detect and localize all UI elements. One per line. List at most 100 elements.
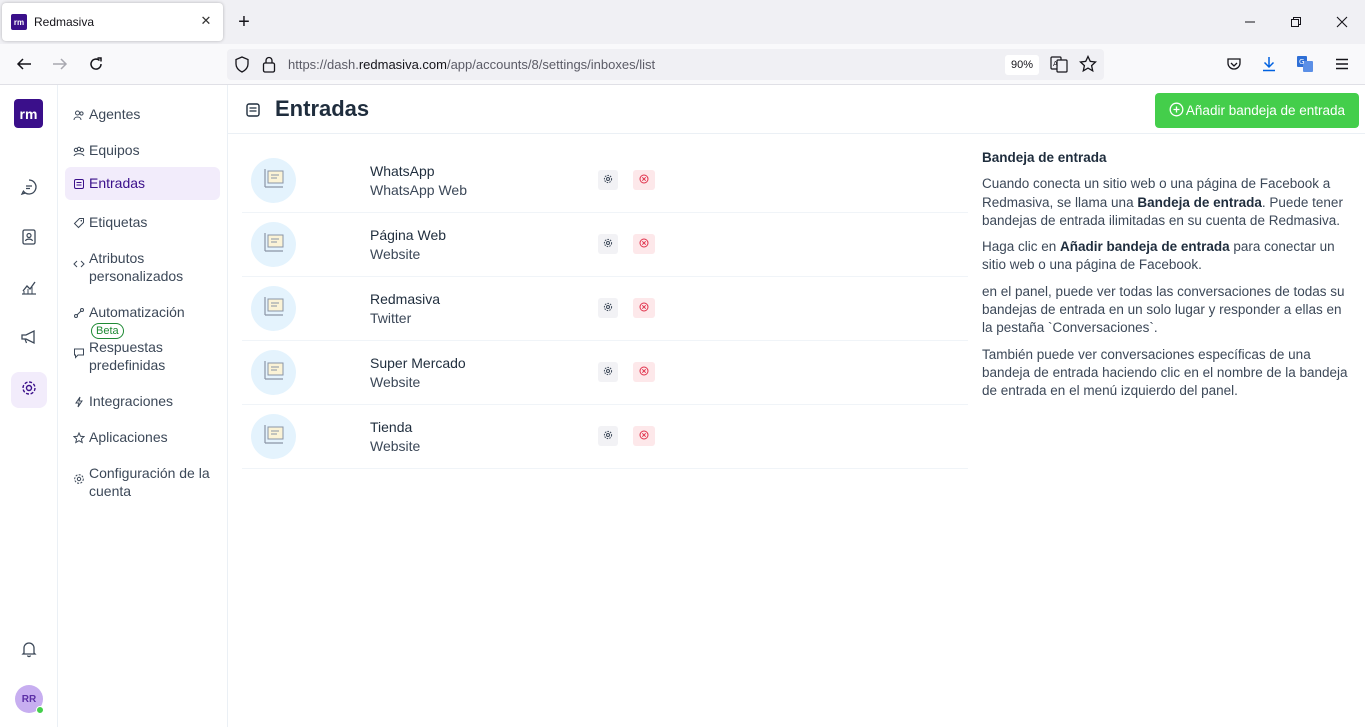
browser-tab-bar: rm Redmasiva ✕ + bbox=[0, 0, 1365, 44]
inbox-avatar bbox=[251, 414, 296, 459]
help-paragraph: en el panel, puede ver todas las convers… bbox=[982, 283, 1345, 336]
notifications-button[interactable] bbox=[11, 633, 47, 669]
inbox-delete-button[interactable] bbox=[633, 170, 655, 190]
inbox-delete-button[interactable] bbox=[633, 426, 655, 446]
online-status-dot bbox=[36, 706, 44, 714]
new-tab-icon[interactable]: + bbox=[234, 11, 254, 33]
page-title: Entradas bbox=[275, 96, 370, 121]
logo[interactable]: rm bbox=[14, 99, 43, 128]
star-badge-icon bbox=[73, 432, 85, 444]
sidebar-item-entradas[interactable]: Entradas bbox=[65, 167, 220, 200]
flash-icon bbox=[73, 396, 85, 408]
inbox-settings-button[interactable] bbox=[598, 426, 618, 446]
sidebar-item-agentes[interactable]: Agentes bbox=[65, 99, 220, 129]
url-text[interactable]: https://dash.redmasiva.com/app/accounts/… bbox=[288, 57, 655, 72]
help-title: Bandeja de entrada bbox=[982, 150, 1107, 165]
gear-icon bbox=[20, 379, 38, 402]
avatar[interactable]: RR bbox=[15, 685, 44, 714]
inbox-name[interactable]: Super Mercado bbox=[370, 355, 466, 371]
page-header: Entradas Añadir bandeja de entrada bbox=[228, 85, 1365, 134]
inbox-icon bbox=[73, 178, 85, 190]
add-inbox-label: Añadir bandeja de entrada bbox=[1185, 103, 1346, 118]
rail-contacts[interactable] bbox=[11, 221, 47, 257]
restore-icon[interactable] bbox=[1286, 12, 1306, 32]
sidebar-item-label: Aplicaciones bbox=[89, 429, 168, 445]
translate-extension-icon[interactable]: G bbox=[1294, 53, 1316, 75]
inbox-settings-button[interactable] bbox=[598, 234, 618, 254]
table-row: Página Web Website bbox=[242, 213, 968, 277]
inbox-channel-icon bbox=[262, 166, 286, 195]
table-row: WhatsApp WhatsApp Web bbox=[242, 149, 968, 213]
gear-icon bbox=[603, 235, 613, 253]
primary-nav-rail: rm RR bbox=[0, 85, 58, 727]
zoom-indicator[interactable]: 90% bbox=[1005, 55, 1039, 75]
inbox-avatar bbox=[251, 222, 296, 267]
inbox-delete-button[interactable] bbox=[633, 362, 655, 382]
tab-title: Redmasiva bbox=[34, 15, 95, 29]
inbox-avatar bbox=[251, 286, 296, 331]
gear-icon bbox=[603, 363, 613, 381]
sidebar-item-atributos-personalizados[interactable]: Atributos personalizados bbox=[65, 243, 220, 291]
rail-reports[interactable] bbox=[11, 271, 47, 307]
shield-icon[interactable] bbox=[234, 56, 250, 78]
add-inbox-button[interactable]: Añadir bandeja de entrada bbox=[1155, 93, 1359, 128]
inbox-name[interactable]: Redmasiva bbox=[370, 291, 440, 307]
inbox-delete-button[interactable] bbox=[633, 234, 655, 254]
code-icon bbox=[73, 258, 85, 270]
back-icon[interactable] bbox=[13, 53, 35, 75]
help-paragraph: También puede ver conversaciones específ… bbox=[982, 346, 1348, 399]
main-content: Entradas Añadir bandeja de entrada Whats… bbox=[228, 85, 1365, 727]
bookmark-star-icon[interactable] bbox=[1079, 54, 1097, 78]
reload-icon[interactable] bbox=[85, 53, 107, 75]
inbox-channel-icon bbox=[262, 230, 286, 259]
sidebar-item-configuracion-cuenta[interactable]: Configuración de la cuenta bbox=[65, 458, 220, 506]
inbox-channel-icon bbox=[262, 358, 286, 387]
url-domain: redmasiva.com bbox=[358, 57, 447, 72]
url-bar[interactable]: https://dash.redmasiva.com/app/accounts/… bbox=[227, 49, 1104, 80]
sidebar-item-equipos[interactable]: Equipos bbox=[65, 135, 220, 165]
downloads-icon[interactable] bbox=[1258, 53, 1280, 75]
help-paragraph: Cuando conecta un sitio web o una página… bbox=[982, 175, 1354, 230]
forward-icon[interactable] bbox=[49, 53, 71, 75]
inbox-settings-button[interactable] bbox=[598, 170, 618, 190]
inbox-delete-button[interactable] bbox=[633, 298, 655, 318]
app: rm RR Agentes Equipos Entradas Etiquetas… bbox=[0, 85, 1365, 727]
translate-icon[interactable]: A bbox=[1050, 55, 1068, 78]
sidebar-item-respuestas-predefinidas[interactable]: Respuestas predefinidas bbox=[65, 332, 220, 380]
close-window-icon[interactable] bbox=[1332, 12, 1352, 32]
close-circle-icon bbox=[639, 235, 649, 253]
contact-card-icon bbox=[20, 228, 38, 251]
minimize-icon[interactable] bbox=[1240, 12, 1260, 32]
help-paragraph: Haga clic en Añadir bandeja de entrada p… bbox=[982, 238, 1354, 275]
browser-tab[interactable]: rm Redmasiva ✕ bbox=[2, 3, 223, 41]
gear-icon bbox=[603, 299, 613, 317]
rail-settings[interactable] bbox=[11, 372, 47, 408]
inbox-name[interactable]: Página Web bbox=[370, 227, 446, 243]
favicon: rm bbox=[11, 14, 27, 30]
close-tab-icon[interactable]: ✕ bbox=[198, 13, 214, 29]
sidebar-item-etiquetas[interactable]: Etiquetas bbox=[65, 207, 220, 237]
sidebar-item-label: Integraciones bbox=[89, 393, 174, 409]
menu-icon[interactable] bbox=[1331, 53, 1353, 75]
lock-icon[interactable] bbox=[262, 56, 276, 78]
sidebar-item-integraciones[interactable]: Integraciones bbox=[65, 386, 220, 416]
inbox-settings-button[interactable] bbox=[598, 298, 618, 318]
inbox-name[interactable]: Tienda bbox=[370, 419, 412, 435]
pocket-icon[interactable] bbox=[1223, 53, 1245, 75]
rail-campaigns[interactable] bbox=[11, 321, 47, 357]
inbox-settings-button[interactable] bbox=[598, 362, 618, 382]
close-circle-icon bbox=[639, 299, 649, 317]
inbox-name[interactable]: WhatsApp bbox=[370, 163, 435, 179]
table-row: Tienda Website bbox=[242, 405, 968, 469]
svg-text:G: G bbox=[1299, 58, 1304, 66]
settings-sidebar: Agentes Equipos Entradas Etiquetas Atrib… bbox=[58, 85, 228, 727]
sidebar-item-aplicaciones[interactable]: Aplicaciones bbox=[65, 422, 220, 452]
sidebar-item-label: Configuración de la cuenta bbox=[89, 465, 210, 499]
table-row: Super Mercado Website bbox=[242, 341, 968, 405]
gear-icon bbox=[73, 473, 85, 485]
people-icon bbox=[73, 109, 85, 121]
sidebar-item-label: Respuestas predefinidas bbox=[89, 339, 166, 373]
sidebar-item-label: Entradas bbox=[89, 175, 146, 191]
megaphone-icon bbox=[20, 328, 38, 351]
rail-conversations[interactable] bbox=[11, 171, 47, 207]
